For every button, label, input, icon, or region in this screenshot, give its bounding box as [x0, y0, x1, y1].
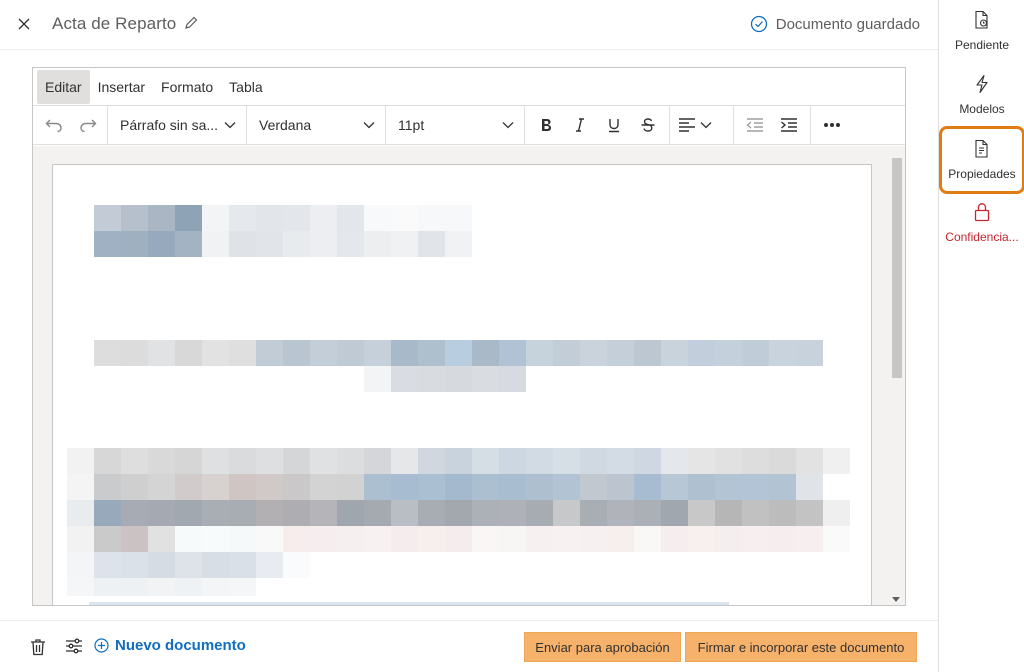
rail-item-label: Modelos — [959, 102, 1005, 116]
rail-item-confidencial[interactable]: Confidencia... — [939, 192, 1024, 252]
font-family-select[interactable]: Verdana — [247, 105, 386, 145]
vertical-scrollbar[interactable] — [888, 146, 905, 605]
redo-icon[interactable] — [71, 109, 105, 141]
rich-text-editor: Editar Insertar Formato Tabla Párrafo si… — [32, 67, 906, 606]
font-family-value: Verdana — [259, 117, 312, 133]
chevron-down-icon — [502, 122, 514, 129]
footer: Nuevo documento Enviar para aprobación F… — [0, 620, 938, 672]
scroll-down-arrow-icon[interactable] — [892, 597, 900, 602]
redacted-text — [67, 552, 310, 578]
redacted-text — [67, 526, 850, 552]
lock-icon — [974, 203, 990, 222]
scrollbar-thumb[interactable] — [892, 158, 902, 378]
align-left-dropdown[interactable] — [678, 118, 712, 132]
rail-item-propiedades[interactable]: Propiedades — [939, 126, 1024, 194]
check-circle-icon — [750, 15, 767, 33]
redacted-text — [94, 231, 472, 257]
save-status-label: Documento guardado — [775, 15, 920, 33]
editor-menubar: Editar Insertar Formato Tabla — [33, 68, 905, 106]
settings-sliders-icon[interactable] — [65, 638, 85, 658]
menu-editar[interactable]: Editar — [37, 69, 90, 104]
right-sidebar: Pendiente Modelos Propiedades Confidenci… — [938, 0, 1024, 672]
format-group — [525, 105, 670, 145]
redacted-text — [94, 205, 472, 231]
underline-icon[interactable] — [597, 109, 631, 141]
more-group — [811, 109, 853, 141]
outdent-icon[interactable] — [738, 109, 772, 141]
send-for-approval-button[interactable]: Enviar para aprobación — [524, 632, 681, 662]
redacted-text — [364, 366, 526, 392]
new-document-link[interactable]: Nuevo documento — [94, 637, 246, 654]
align-left-icon — [679, 118, 695, 132]
chevron-down-icon — [224, 122, 236, 129]
paragraph-style-value: Párrafo sin sa... — [120, 117, 219, 133]
redacted-text — [94, 340, 823, 366]
align-group — [670, 105, 734, 145]
menu-insertar[interactable]: Insertar — [90, 70, 153, 104]
indent-group — [734, 105, 811, 145]
rail-item-modelos[interactable]: Modelos — [939, 64, 1024, 124]
menu-formato[interactable]: Formato — [153, 70, 221, 104]
new-document-label: Nuevo documento — [115, 637, 246, 654]
redacted-text — [67, 448, 850, 474]
trash-icon[interactable] — [30, 638, 50, 658]
rail-item-label: Confidencia... — [945, 230, 1019, 244]
chevron-down-icon — [700, 122, 712, 129]
history-group — [33, 105, 108, 145]
more-options-icon[interactable] — [815, 109, 849, 141]
header: Acta de Reparto Documento guardado — [0, 0, 938, 50]
close-icon[interactable] — [14, 14, 34, 34]
sign-and-attach-button[interactable]: Firmar e incorporar este documento — [685, 632, 917, 662]
document-page[interactable] — [52, 164, 872, 605]
font-size-value: 11pt — [398, 117, 425, 133]
redacted-text — [67, 500, 850, 526]
strikethrough-icon[interactable] — [631, 109, 665, 141]
pending-document-icon — [975, 10, 988, 29]
rail-item-pendiente[interactable]: Pendiente — [939, 0, 1024, 60]
document-canvas[interactable] — [33, 146, 905, 605]
redacted-text — [67, 474, 823, 500]
bold-icon[interactable] — [529, 109, 563, 141]
redacted-text — [67, 578, 256, 596]
font-size-select[interactable]: 11pt — [386, 105, 525, 145]
paragraph-style-select[interactable]: Párrafo sin sa... — [108, 105, 247, 145]
document-title: Acta de Reparto — [52, 14, 177, 33]
chevron-down-icon — [363, 122, 375, 129]
document-properties-icon — [975, 139, 988, 158]
lightning-icon — [976, 74, 988, 94]
pencil-icon[interactable] — [183, 15, 201, 33]
italic-icon[interactable] — [563, 109, 597, 141]
save-status: Documento guardado — [750, 15, 920, 33]
indent-icon[interactable] — [772, 109, 806, 141]
editor-toolbar: Párrafo sin sa... Verdana 11pt — [33, 105, 905, 145]
add-circle-icon — [94, 638, 109, 653]
menu-tabla[interactable]: Tabla — [221, 70, 270, 104]
rail-item-label: Propiedades — [948, 167, 1016, 181]
undo-icon[interactable] — [37, 109, 71, 141]
redacted-text — [89, 602, 729, 605]
rail-item-label: Pendiente — [954, 38, 1010, 52]
